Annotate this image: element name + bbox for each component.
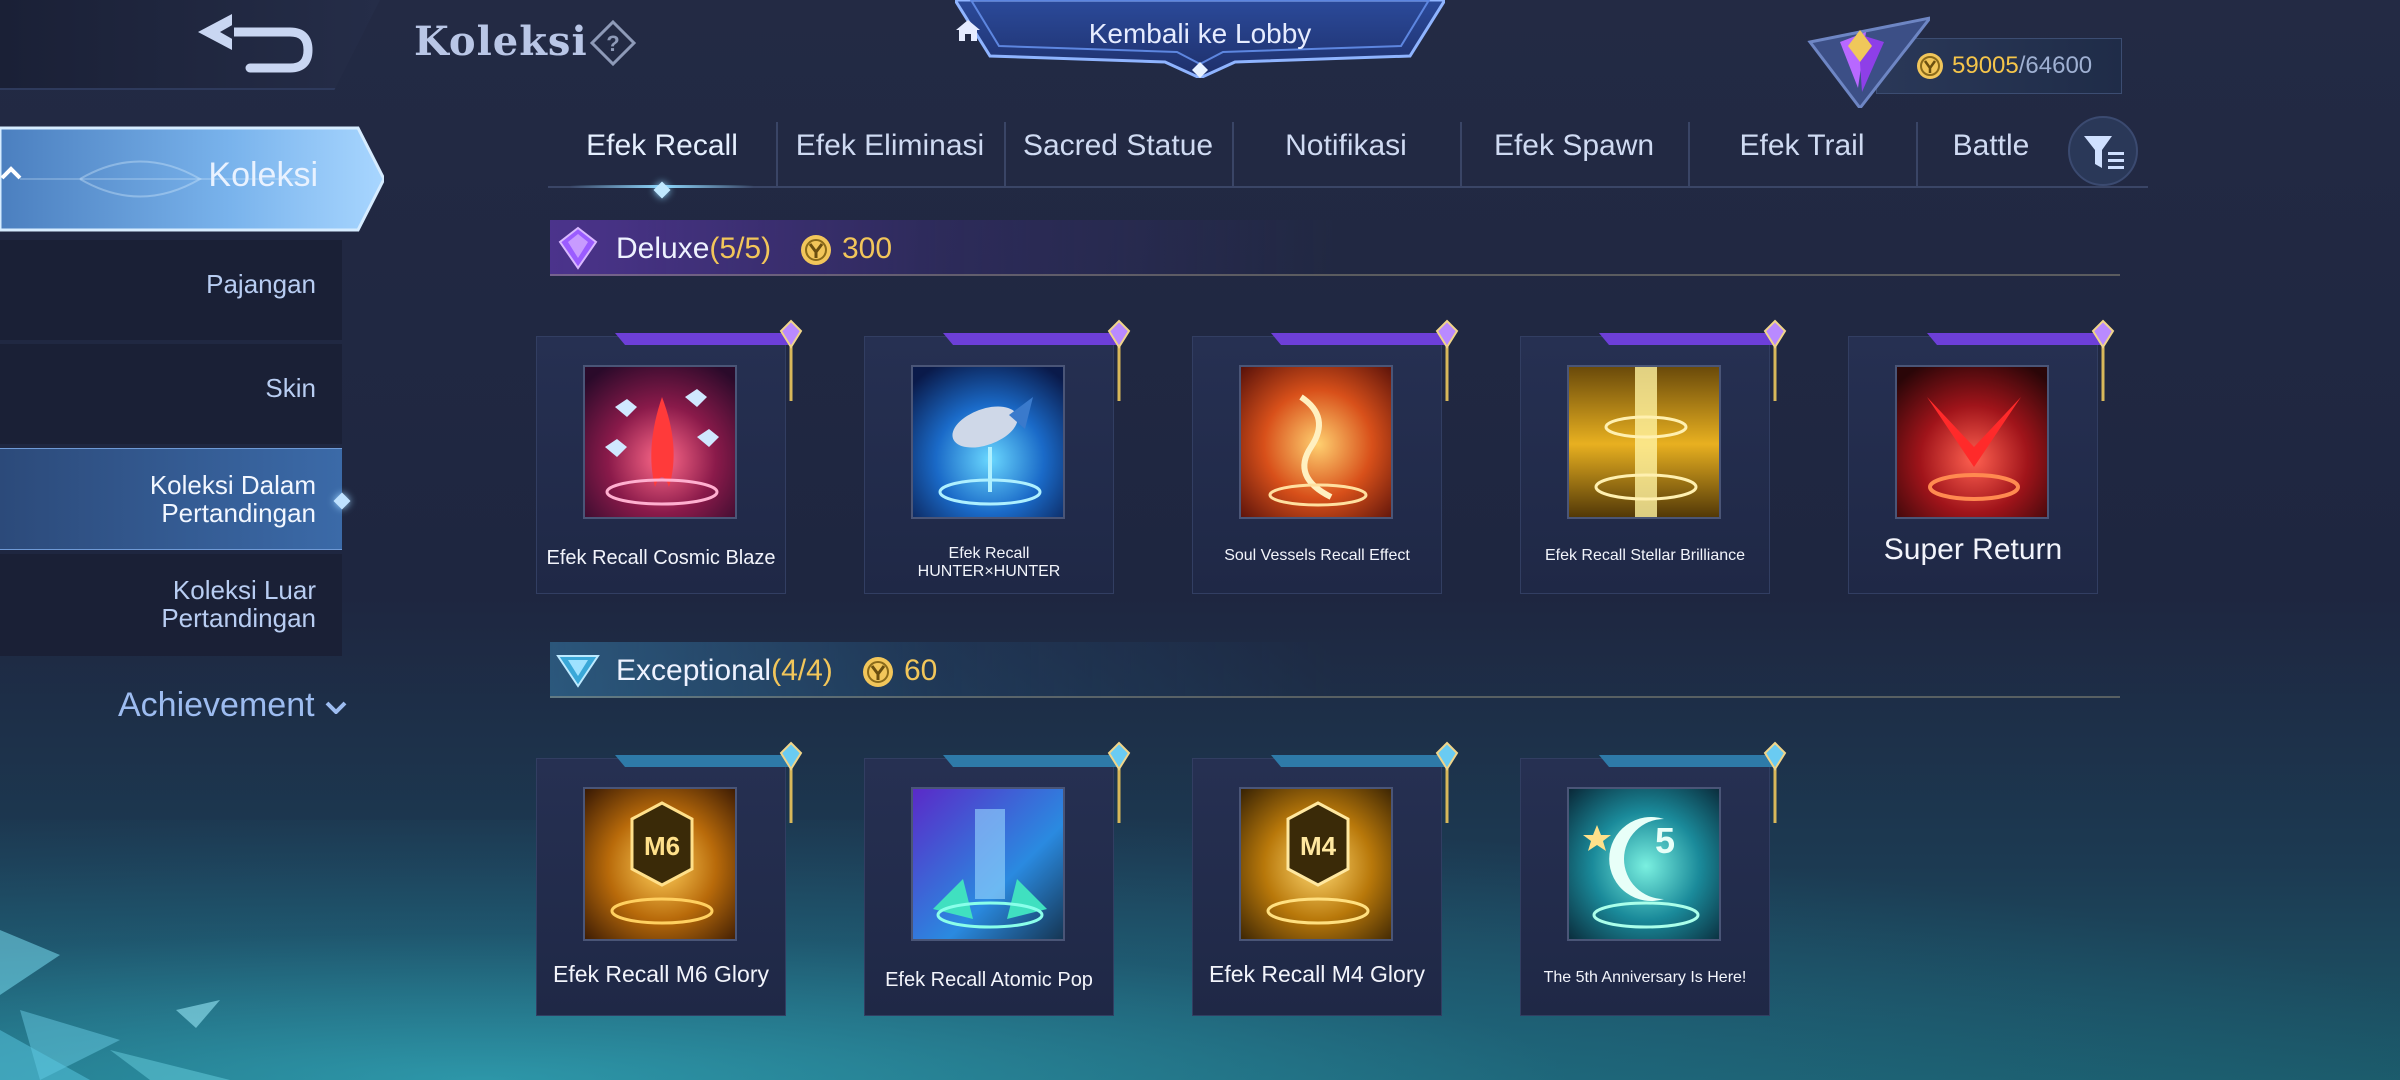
coin-icon [801, 235, 831, 265]
tab-label: Efek Recall [586, 129, 738, 162]
svg-text:M6: M6 [644, 831, 680, 861]
item-name-line2: HUNTER×HUNTER [917, 563, 1061, 580]
help-button[interactable]: ? [589, 19, 637, 67]
section-price: 300 [842, 232, 893, 265]
sidebar-item-label: Koleksi Dalam Pertandingan [149, 470, 316, 528]
back-arrow-icon [198, 14, 313, 73]
item-name: Super Return [1883, 533, 2063, 566]
item-thumbnail [911, 787, 1065, 941]
back-button[interactable] [190, 10, 320, 80]
collection-card[interactable]: Efek Recall Cosmic Blaze [536, 319, 803, 594]
collection-card[interactable]: Efek Recall Atomic Pop [864, 741, 1131, 1016]
collection-card[interactable]: M6 Efek Recall M6 Glory [536, 741, 803, 1016]
item-name: Efek Recall Cosmic Blaze [546, 547, 776, 569]
section-price: 60 [904, 654, 938, 687]
sidebar-item-koleksi-dalam-pertandingan[interactable]: Koleksi Dalam Pertandingan [0, 448, 351, 550]
section-name: Exceptional [616, 654, 772, 687]
exceptional-gem-icon [556, 655, 600, 688]
tab-label: Efek Eliminasi [795, 129, 985, 162]
item-thumbnail [1895, 365, 2049, 519]
tab-label: Battle [1952, 129, 2030, 162]
chevron-down-icon [325, 701, 346, 714]
back-to-lobby-button[interactable]: Kembali ke Lobby [955, 0, 1445, 78]
tab-label: Efek Spawn [1493, 129, 1655, 162]
home-icon [956, 20, 980, 41]
sidebar-main-koleksi[interactable]: Koleksi [0, 124, 384, 234]
chevron-up-icon [0, 166, 22, 180]
tab-battle[interactable]: Battle [1916, 120, 2066, 186]
category-tabs: Efek Recall Efek Eliminasi Sacred Statue… [548, 120, 2148, 199]
lobby-label: Kembali ke Lobby [1088, 18, 1312, 49]
section-title: Exceptional(4/4) [616, 654, 833, 688]
section-count: (5/5) [709, 232, 772, 265]
section-header-deluxe: Deluxe(5/5) 300 [550, 220, 2120, 278]
item-name: The 5th Anniversary Is Here! [1543, 969, 1747, 986]
collection-card[interactable]: 5 The 5th Anniversary Is Here! [1520, 741, 1787, 1016]
tab-label: Efek Trail [1739, 129, 1865, 162]
currency-display: 59005/64600 [1800, 12, 2122, 108]
sidebar-achievement[interactable]: Achievement [118, 686, 347, 725]
collection-card[interactable]: M4 Efek Recall M4 Glory [1192, 741, 1459, 1016]
item-name: Efek Recall M6 Glory [552, 961, 769, 987]
active-indicator [333, 492, 351, 510]
currency-value: 59005/64600 [1952, 52, 2092, 80]
svg-text:?: ? [606, 31, 619, 56]
collection-card[interactable]: Super Return [1848, 319, 2115, 594]
lobby-label-wrap: Kembali ke Lobby [955, 18, 1445, 50]
tab-label: Sacred Statue [1022, 129, 1214, 162]
tab-efek-eliminasi[interactable]: Efek Eliminasi [776, 120, 1004, 186]
svg-text:5: 5 [1655, 820, 1675, 861]
svg-text:M4: M4 [1300, 831, 1337, 861]
item-thumbnail: 5 [1567, 787, 1721, 941]
collection-card[interactable]: Efek Recall HUNTER×HUNTER [864, 319, 1131, 594]
coin-icon [1917, 53, 1943, 79]
sidebar-item-label: Koleksi Luar Pertandingan [161, 575, 316, 633]
filter-button[interactable] [2068, 116, 2138, 186]
item-thumbnail [911, 365, 1065, 519]
item-thumbnail: M6 [583, 787, 737, 941]
help-icon: ? [589, 19, 637, 67]
achievement-label: Achievement [118, 686, 315, 724]
currency-current: 59005 [1952, 52, 2019, 79]
section-header-exceptional: Exceptional(4/4) 60 [550, 642, 2120, 700]
sidebar-item-pajangan[interactable]: Pajangan [0, 240, 342, 340]
page-title: Koleksi [414, 18, 588, 65]
item-name: Efek Recall HUNTER×HUNTER [869, 545, 1109, 581]
sidebar-main-label: Koleksi [208, 156, 318, 194]
rank-emblem-icon [1807, 16, 1930, 108]
tab-sacred-statue[interactable]: Sacred Statue [1004, 120, 1232, 186]
item-name: Efek Recall Atomic Pop [885, 969, 1093, 991]
tab-label: Notifikasi [1285, 129, 1407, 162]
item-name-line1: Efek Recall [948, 545, 1030, 562]
collection-card[interactable]: Efek Recall Stellar Brilliance [1520, 319, 1787, 594]
item-name: Soul Vessels Recall Effect [1224, 547, 1410, 564]
coin-icon [863, 657, 893, 687]
item-thumbnail [1239, 365, 1393, 519]
section-name: Deluxe [616, 232, 710, 265]
currency-max: /64600 [2018, 52, 2093, 79]
sidebar-item-koleksi-luar-pertandingan[interactable]: Koleksi Luar Pertandingan [0, 554, 342, 656]
decorative-shards [0, 930, 230, 1080]
item-name: Efek Recall Stellar Brilliance [1544, 547, 1746, 564]
item-name: Efek Recall M4 Glory [1208, 961, 1425, 987]
item-thumbnail: M4 [1239, 787, 1393, 941]
sidebar-item-skin[interactable]: Skin [0, 344, 342, 444]
deluxe-gem-icon [558, 226, 598, 270]
sidebar-item-label: Pajangan [206, 269, 316, 299]
tab-efek-recall[interactable]: Efek Recall [548, 120, 776, 199]
sidebar-item-label: Skin [265, 373, 316, 403]
section-band [550, 220, 2120, 276]
section-count: (4/4) [771, 654, 833, 687]
top-bar: Koleksi ? Kembali ke Lobby 59005/64600 [0, 0, 2400, 108]
tab-efek-spawn[interactable]: Efek Spawn [1460, 120, 1688, 186]
item-thumbnail [1567, 365, 1721, 519]
filter-icon [2084, 136, 2124, 169]
tab-notifikasi[interactable]: Notifikasi [1232, 120, 1460, 186]
nav-koleksi-bg [0, 126, 384, 232]
section-title: Deluxe(5/5) [616, 232, 771, 266]
collection-card[interactable]: Soul Vessels Recall Effect [1192, 319, 1459, 594]
tab-efek-trail[interactable]: Efek Trail [1688, 120, 1916, 186]
item-thumbnail [583, 365, 737, 519]
